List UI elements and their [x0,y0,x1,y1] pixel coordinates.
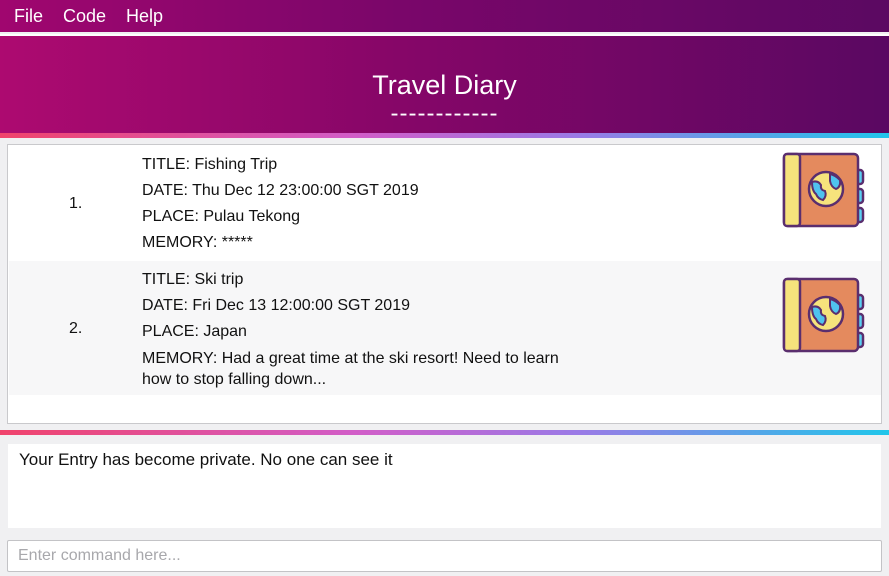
menu-file[interactable]: File [14,6,43,27]
entry-index: 2. [69,320,83,337]
entry-date: DATE: Thu Dec 12 23:00:00 SGT 2019 [142,182,419,199]
menu-help[interactable]: Help [126,6,163,27]
entry-title: TITLE: Ski trip [142,271,244,288]
entry-place: PLACE: Pulau Tekong [142,208,301,225]
list-item[interactable]: 1. TITLE: Fishing Trip DATE: Thu Dec 12 … [9,148,881,278]
menu-bar: File Code Help [0,0,889,32]
menu-code[interactable]: Code [63,6,106,27]
title-underline: ------------ [390,100,499,127]
header-divider [0,133,889,138]
entry-details: TITLE: Fishing Trip DATE: Thu Dec 12 23:… [142,152,562,256]
passport-globe-icon [782,152,865,228]
entry-place: PLACE: Japan [142,323,247,340]
command-input[interactable] [7,540,882,572]
passport-globe-icon [782,277,865,353]
list-item[interactable]: 2. TITLE: Ski trip DATE: Fri Dec 13 12:0… [9,261,881,395]
app-title: Travel Diary [372,70,517,100]
result-message: Your Entry has become private. No one ca… [19,450,393,469]
entry-memory: MEMORY: Had a great time at the ski reso… [142,350,559,388]
entry-index: 1. [69,195,83,212]
entry-details: TITLE: Ski trip DATE: Fri Dec 13 12:00:0… [142,267,562,390]
entry-list[interactable]: 1. TITLE: Fishing Trip DATE: Thu Dec 12 … [7,144,882,424]
entry-memory: MEMORY: ***** [142,234,253,251]
result-divider [0,430,889,435]
result-display: Your Entry has become private. No one ca… [8,444,881,528]
entry-title: TITLE: Fishing Trip [142,156,278,173]
entry-date: DATE: Fri Dec 13 12:00:00 SGT 2019 [142,297,410,314]
app-header: Travel Diary ------------ [0,34,889,134]
